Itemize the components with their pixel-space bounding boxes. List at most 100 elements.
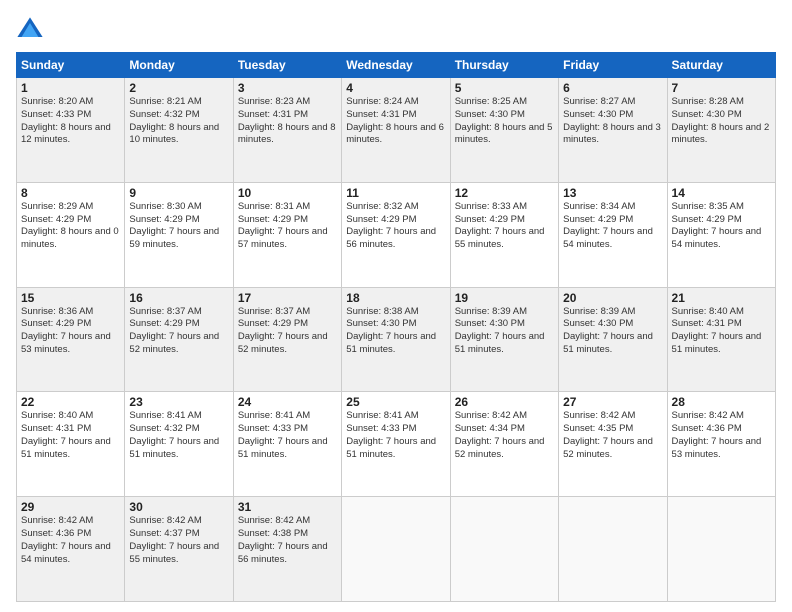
header [16, 16, 776, 44]
calendar-cell: 20 Sunrise: 8:39 AMSunset: 4:30 PMDaylig… [559, 287, 667, 392]
day-info: Sunrise: 8:41 AMSunset: 4:33 PMDaylight:… [346, 410, 445, 461]
calendar-cell [559, 497, 667, 602]
day-number: 1 [21, 81, 120, 95]
day-info: Sunrise: 8:24 AMSunset: 4:31 PMDaylight:… [346, 96, 445, 147]
day-number: 6 [563, 81, 662, 95]
day-info: Sunrise: 8:40 AMSunset: 4:31 PMDaylight:… [672, 306, 771, 357]
calendar-cell: 11 Sunrise: 8:32 AMSunset: 4:29 PMDaylig… [342, 182, 450, 287]
calendar-cell: 5 Sunrise: 8:25 AMSunset: 4:30 PMDayligh… [450, 78, 558, 183]
day-info: Sunrise: 8:30 AMSunset: 4:29 PMDaylight:… [129, 201, 228, 252]
day-info: Sunrise: 8:40 AMSunset: 4:31 PMDaylight:… [21, 410, 120, 461]
calendar-cell: 7 Sunrise: 8:28 AMSunset: 4:30 PMDayligh… [667, 78, 775, 183]
day-info: Sunrise: 8:42 AMSunset: 4:36 PMDaylight:… [21, 515, 120, 566]
calendar-cell: 30 Sunrise: 8:42 AMSunset: 4:37 PMDaylig… [125, 497, 233, 602]
day-number: 26 [455, 395, 554, 409]
day-info: Sunrise: 8:37 AMSunset: 4:29 PMDaylight:… [129, 306, 228, 357]
day-number: 28 [672, 395, 771, 409]
day-info: Sunrise: 8:42 AMSunset: 4:38 PMDaylight:… [238, 515, 337, 566]
calendar-cell [450, 497, 558, 602]
calendar-cell: 27 Sunrise: 8:42 AMSunset: 4:35 PMDaylig… [559, 392, 667, 497]
day-info: Sunrise: 8:31 AMSunset: 4:29 PMDaylight:… [238, 201, 337, 252]
calendar-cell: 26 Sunrise: 8:42 AMSunset: 4:34 PMDaylig… [450, 392, 558, 497]
day-info: Sunrise: 8:33 AMSunset: 4:29 PMDaylight:… [455, 201, 554, 252]
day-number: 13 [563, 186, 662, 200]
calendar-cell [667, 497, 775, 602]
day-number: 23 [129, 395, 228, 409]
day-header-monday: Monday [125, 53, 233, 78]
logo-icon [16, 16, 44, 44]
day-number: 16 [129, 291, 228, 305]
calendar-cell: 4 Sunrise: 8:24 AMSunset: 4:31 PMDayligh… [342, 78, 450, 183]
day-info: Sunrise: 8:34 AMSunset: 4:29 PMDaylight:… [563, 201, 662, 252]
day-header-saturday: Saturday [667, 53, 775, 78]
day-number: 10 [238, 186, 337, 200]
day-info: Sunrise: 8:25 AMSunset: 4:30 PMDaylight:… [455, 96, 554, 147]
page: SundayMondayTuesdayWednesdayThursdayFrid… [0, 0, 792, 612]
calendar-week-1: 8 Sunrise: 8:29 AMSunset: 4:29 PMDayligh… [17, 182, 776, 287]
calendar-cell: 10 Sunrise: 8:31 AMSunset: 4:29 PMDaylig… [233, 182, 341, 287]
day-number: 31 [238, 500, 337, 514]
day-info: Sunrise: 8:37 AMSunset: 4:29 PMDaylight:… [238, 306, 337, 357]
calendar-cell: 24 Sunrise: 8:41 AMSunset: 4:33 PMDaylig… [233, 392, 341, 497]
day-info: Sunrise: 8:32 AMSunset: 4:29 PMDaylight:… [346, 201, 445, 252]
day-info: Sunrise: 8:28 AMSunset: 4:30 PMDaylight:… [672, 96, 771, 147]
day-number: 14 [672, 186, 771, 200]
calendar-week-2: 15 Sunrise: 8:36 AMSunset: 4:29 PMDaylig… [17, 287, 776, 392]
day-header-thursday: Thursday [450, 53, 558, 78]
calendar-cell: 21 Sunrise: 8:40 AMSunset: 4:31 PMDaylig… [667, 287, 775, 392]
calendar-cell: 17 Sunrise: 8:37 AMSunset: 4:29 PMDaylig… [233, 287, 341, 392]
day-number: 12 [455, 186, 554, 200]
day-info: Sunrise: 8:21 AMSunset: 4:32 PMDaylight:… [129, 96, 228, 147]
day-number: 15 [21, 291, 120, 305]
calendar-cell: 31 Sunrise: 8:42 AMSunset: 4:38 PMDaylig… [233, 497, 341, 602]
day-info: Sunrise: 8:41 AMSunset: 4:32 PMDaylight:… [129, 410, 228, 461]
calendar-cell: 18 Sunrise: 8:38 AMSunset: 4:30 PMDaylig… [342, 287, 450, 392]
day-number: 29 [21, 500, 120, 514]
day-number: 17 [238, 291, 337, 305]
day-number: 9 [129, 186, 228, 200]
calendar-cell: 13 Sunrise: 8:34 AMSunset: 4:29 PMDaylig… [559, 182, 667, 287]
calendar-header-row: SundayMondayTuesdayWednesdayThursdayFrid… [17, 53, 776, 78]
day-info: Sunrise: 8:42 AMSunset: 4:37 PMDaylight:… [129, 515, 228, 566]
day-info: Sunrise: 8:39 AMSunset: 4:30 PMDaylight:… [455, 306, 554, 357]
day-number: 30 [129, 500, 228, 514]
day-info: Sunrise: 8:27 AMSunset: 4:30 PMDaylight:… [563, 96, 662, 147]
calendar-cell: 19 Sunrise: 8:39 AMSunset: 4:30 PMDaylig… [450, 287, 558, 392]
calendar-cell: 28 Sunrise: 8:42 AMSunset: 4:36 PMDaylig… [667, 392, 775, 497]
day-info: Sunrise: 8:29 AMSunset: 4:29 PMDaylight:… [21, 201, 120, 252]
day-info: Sunrise: 8:35 AMSunset: 4:29 PMDaylight:… [672, 201, 771, 252]
day-header-friday: Friday [559, 53, 667, 78]
day-number: 3 [238, 81, 337, 95]
day-number: 2 [129, 81, 228, 95]
day-info: Sunrise: 8:41 AMSunset: 4:33 PMDaylight:… [238, 410, 337, 461]
calendar-cell: 9 Sunrise: 8:30 AMSunset: 4:29 PMDayligh… [125, 182, 233, 287]
day-number: 8 [21, 186, 120, 200]
day-number: 7 [672, 81, 771, 95]
day-header-tuesday: Tuesday [233, 53, 341, 78]
day-header-wednesday: Wednesday [342, 53, 450, 78]
day-info: Sunrise: 8:38 AMSunset: 4:30 PMDaylight:… [346, 306, 445, 357]
day-info: Sunrise: 8:23 AMSunset: 4:31 PMDaylight:… [238, 96, 337, 147]
day-info: Sunrise: 8:39 AMSunset: 4:30 PMDaylight:… [563, 306, 662, 357]
day-info: Sunrise: 8:42 AMSunset: 4:35 PMDaylight:… [563, 410, 662, 461]
day-number: 19 [455, 291, 554, 305]
calendar-body: 1 Sunrise: 8:20 AMSunset: 4:33 PMDayligh… [17, 78, 776, 602]
day-number: 18 [346, 291, 445, 305]
day-number: 24 [238, 395, 337, 409]
day-header-sunday: Sunday [17, 53, 125, 78]
calendar-cell: 22 Sunrise: 8:40 AMSunset: 4:31 PMDaylig… [17, 392, 125, 497]
calendar-cell: 1 Sunrise: 8:20 AMSunset: 4:33 PMDayligh… [17, 78, 125, 183]
day-number: 5 [455, 81, 554, 95]
calendar-week-4: 29 Sunrise: 8:42 AMSunset: 4:36 PMDaylig… [17, 497, 776, 602]
calendar-week-3: 22 Sunrise: 8:40 AMSunset: 4:31 PMDaylig… [17, 392, 776, 497]
day-number: 21 [672, 291, 771, 305]
calendar-cell: 12 Sunrise: 8:33 AMSunset: 4:29 PMDaylig… [450, 182, 558, 287]
calendar-cell: 16 Sunrise: 8:37 AMSunset: 4:29 PMDaylig… [125, 287, 233, 392]
calendar-cell: 23 Sunrise: 8:41 AMSunset: 4:32 PMDaylig… [125, 392, 233, 497]
day-number: 11 [346, 186, 445, 200]
calendar-cell: 8 Sunrise: 8:29 AMSunset: 4:29 PMDayligh… [17, 182, 125, 287]
calendar-cell: 14 Sunrise: 8:35 AMSunset: 4:29 PMDaylig… [667, 182, 775, 287]
calendar-table: SundayMondayTuesdayWednesdayThursdayFrid… [16, 52, 776, 602]
day-info: Sunrise: 8:42 AMSunset: 4:34 PMDaylight:… [455, 410, 554, 461]
calendar-cell: 15 Sunrise: 8:36 AMSunset: 4:29 PMDaylig… [17, 287, 125, 392]
